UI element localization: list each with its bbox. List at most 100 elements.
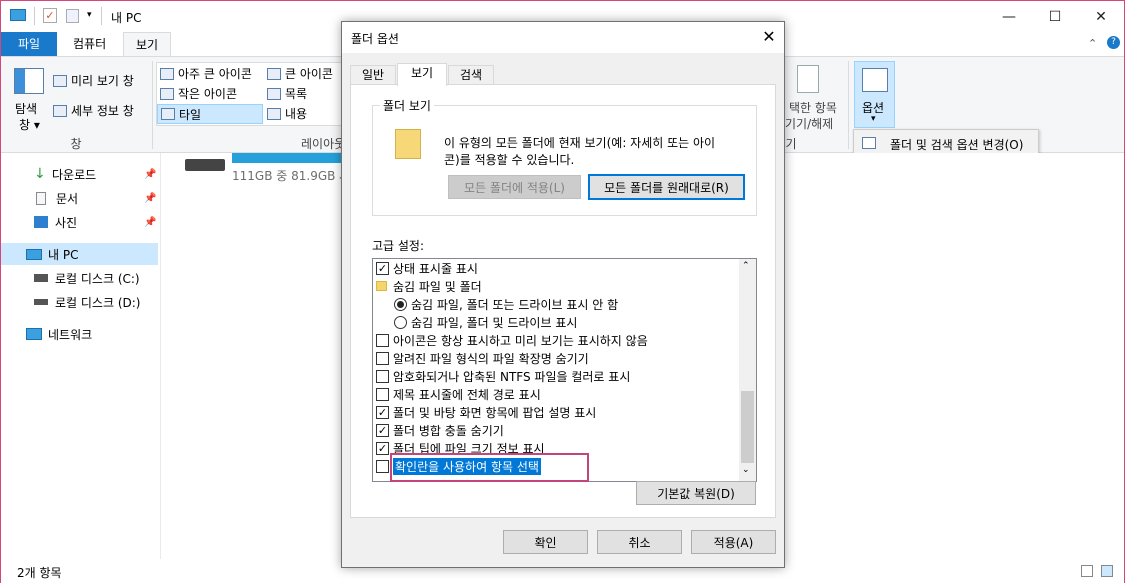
folder-view-label: 폴더 보기 [380,97,434,114]
navigation-pane-label-2: 창 ▾ [19,118,40,132]
navigation-pane-label: 탐색 [15,102,38,116]
checkbox-checked-icon[interactable]: ✓ [376,441,389,455]
large-icons-view-icon[interactable] [1101,565,1113,577]
document-icon [36,191,46,205]
drive-icon [34,299,48,305]
dialog-close-button[interactable]: ✕ [754,27,784,49]
group-divider [848,61,849,149]
folder-icon [376,281,387,291]
setting-status-bar[interactable]: ✓ 상태 표시줄 표시 [376,259,478,277]
nav-item-this-pc[interactable]: 내 PC [1,243,158,265]
setting-ntfs-color[interactable]: 암호화되거나 압축된 NTFS 파일을 컬러로 표시 [376,367,630,385]
checkbox-unchecked-icon[interactable] [376,459,389,473]
setting-label: 아이콘은 항상 표시하고 미리 보기는 표시하지 않음 [393,333,648,348]
hide-selected-label[interactable]: 택한 항목 [789,99,837,116]
checkbox-checked-icon[interactable]: ✓ [376,405,389,419]
radio-selected-icon[interactable] [394,297,407,311]
radio-unselected-icon[interactable] [394,315,407,329]
tab-search[interactable]: 검색 [448,65,494,85]
advanced-settings-list: ✓ 상태 표시줄 표시 숨김 파일 및 폴더 숨김 파일, 폴더 또는 드라이브 … [372,258,757,482]
nav-item-label: 네트워크 [48,327,93,342]
apply-to-folders-button[interactable]: 모든 폴더에 적용(L) [448,175,581,199]
computer-icon [26,248,42,260]
pane-group-label: 창 [70,137,82,151]
preview-pane-button[interactable]: 미리 보기 창 [53,72,134,89]
new-folder-icon[interactable] [66,9,79,23]
checkbox-checked-icon[interactable]: ✓ [376,423,389,437]
setting-hide-extensions[interactable]: 알려진 파일 형식의 파일 확장명 숨기기 [376,349,589,367]
settings-scrollbar[interactable]: ⌃ ⌄ [739,259,756,481]
setting-label: 암호화되거나 압축된 NTFS 파일을 컬러로 표시 [393,369,631,384]
setting-merge-conflicts[interactable]: ✓ 폴더 병합 충돌 숨기기 [376,421,504,439]
checkbox-unchecked-icon[interactable] [376,333,389,347]
quick-access-dropdown-icon[interactable]: ▾ [87,10,92,20]
list-option[interactable]: 목록 [267,85,307,102]
details-view-icon[interactable] [1081,565,1093,577]
drive-tile-icon [185,159,225,171]
maximize-button[interactable]: ☐ [1032,1,1078,32]
tab-view[interactable]: 보기 [397,63,447,86]
setting-full-path[interactable]: 제목 표시줄에 전체 경로 표시 [376,385,541,403]
scroll-down-icon[interactable]: ⌄ [742,465,750,475]
ok-button[interactable]: 확인 [503,530,588,554]
change-folder-search-options-item[interactable]: 폴더 및 검색 옵션 변경(O) [890,136,1023,153]
tab-view[interactable]: 보기 [123,32,172,56]
help-icon[interactable]: ? [1107,36,1120,49]
restore-defaults-button[interactable]: 기본값 복원(D) [636,481,756,505]
checkbox-unchecked-icon[interactable] [376,351,389,365]
highlight-box [390,453,589,482]
nav-item-pictures[interactable]: 사진 📌 [1,211,158,233]
nav-item-local-disk-d[interactable]: 로컬 디스크 (D:) [1,291,158,313]
tiles-option[interactable]: 타일 [157,104,263,124]
nav-item-label: 로컬 디스크 (C:) [55,271,140,286]
small-icons-label: 작은 아이콘 [178,87,238,101]
pin-icon: 📌 [144,216,157,228]
folder-view-description: 이 유형의 모든 폴더에 현재 보기(예: 자세히 또는 아이 [444,136,716,150]
list-label: 목록 [285,87,308,101]
checkbox-unchecked-icon[interactable] [376,369,389,383]
setting-hide-hidden[interactable]: 숨김 파일, 폴더 또는 드라이브 표시 안 함 [394,295,618,313]
drive-usage-text: 111GB 중 81.9GB 사 [232,169,351,183]
scrollbar-thumb[interactable] [741,391,754,463]
tab-file[interactable]: 파일 [1,32,57,56]
checkbox-checked-icon[interactable]: ✓ [376,261,389,275]
folder-view-description-2: 콘)를 적용할 수 있습니다. [444,153,575,167]
reset-folders-button[interactable]: 모든 폴더를 원래대로(R) [588,174,745,200]
setting-show-hidden[interactable]: 숨김 파일, 폴더 및 드라이브 표시 [394,313,577,331]
large-icons-label: 큰 아이콘 [285,67,333,81]
details-pane-icon [53,104,67,117]
drive-usage-bar [232,153,342,163]
nav-item-downloads[interactable]: ↓ 다운로드 📌 [1,163,158,185]
content-option[interactable]: 내용 [267,105,307,122]
navigation-pane-button[interactable]: 탐색 창 ▾ [9,63,49,132]
setting-label: 숨김 파일, 폴더 또는 드라이브 표시 안 함 [411,297,619,312]
options-dropdown-icon: ▾ [871,114,876,124]
setting-popup-desc[interactable]: ✓ 폴더 및 바탕 화면 항목에 팝업 설명 표시 [376,403,596,421]
nav-item-local-disk-c[interactable]: 로컬 디스크 (C:) [1,267,158,289]
pin-icon: 📌 [144,168,157,180]
details-pane-button[interactable]: 세부 정보 창 [53,102,134,119]
setting-group-hidden-files: 숨김 파일 및 폴더 [376,277,482,295]
apply-button[interactable]: 적용(A) [691,530,776,554]
minimize-button[interactable]: — [986,1,1032,32]
setting-label: 숨김 파일 및 폴더 [393,279,482,294]
nav-item-documents[interactable]: 문서 📌 [1,187,158,209]
checkbox-unchecked-icon[interactable] [376,387,389,401]
folder-options-dialog: 폴더 옵션 ✕ 일반 보기 검색 폴더 보기 이 유형의 모든 폴더에 현재 보… [341,21,785,568]
divider [101,7,102,25]
properties-icon[interactable]: ✓ [43,8,57,23]
options-button[interactable]: 옵션 ▾ [854,61,895,128]
scroll-up-icon[interactable]: ⌃ [742,261,750,271]
list-icon [267,87,281,100]
cancel-button[interactable]: 취소 [597,530,682,554]
large-icons-option[interactable]: 큰 아이콘 [267,65,333,82]
extra-large-icons-option[interactable]: 아주 큰 아이콘 [160,65,252,82]
close-button[interactable]: ✕ [1078,1,1124,32]
drive-icon [34,274,48,282]
tab-general[interactable]: 일반 [350,65,396,85]
nav-item-network[interactable]: 네트워크 [1,323,158,345]
small-icons-option[interactable]: 작은 아이콘 [160,85,237,102]
ribbon-collapse-icon[interactable]: ⌃ [1088,37,1097,50]
tab-computer[interactable]: 컴퓨터 [61,32,118,56]
setting-always-icons[interactable]: 아이콘은 항상 표시하고 미리 보기는 표시하지 않음 [376,331,648,349]
